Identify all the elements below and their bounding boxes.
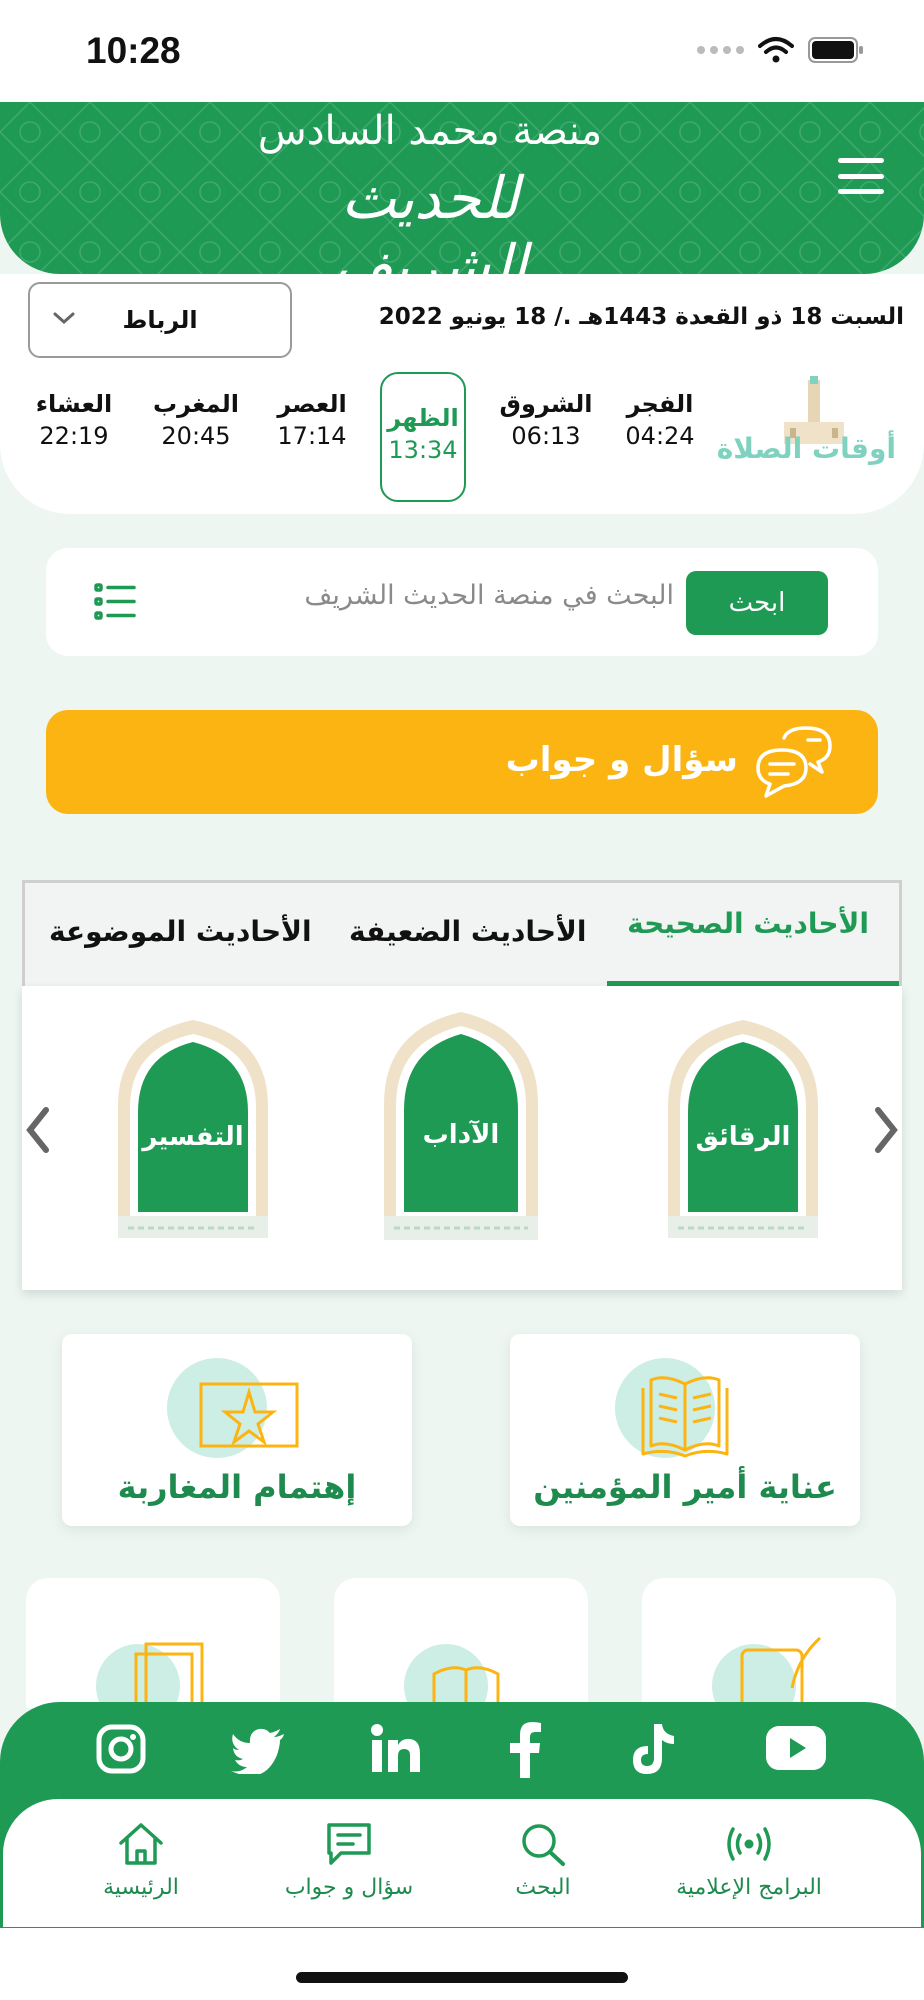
bottom-nav: الرئيسية سؤال و جواب البحث البرامج الإعل… (2, 1798, 922, 1928)
search-icon (522, 1824, 565, 1866)
nav-label: الرئيسية (103, 1875, 179, 1900)
menu-bar (838, 173, 884, 179)
tab-weak[interactable]: الأحاديث الضعيفة (349, 915, 586, 948)
city-select[interactable]: الرباط (28, 282, 292, 358)
feature-label: عناية أمير المؤمنين (533, 1468, 837, 1506)
qa-banner[interactable]: سؤال و جواب (46, 710, 878, 814)
prayer-time: 04:24 (625, 422, 695, 450)
home-indicator-area (0, 1928, 924, 2000)
nav-media[interactable]: البرامج الإعلامية (649, 1821, 849, 1900)
nav-label: سؤال و جواب (284, 1875, 414, 1900)
moroccan-flag-icon (167, 1358, 299, 1458)
signal-icon (697, 46, 744, 54)
category-raqaiq[interactable]: الرقائق (658, 1016, 828, 1250)
prayer-name: العشاء (35, 390, 113, 418)
status-bar: 10:28 (0, 0, 924, 102)
chevron-down-icon (53, 312, 75, 325)
category-adab[interactable]: الآداب (376, 1008, 546, 1252)
nav-home[interactable]: الرئيسية (41, 1821, 241, 1900)
tab-authentic[interactable]: الأحاديث الصحيحة (627, 907, 869, 940)
tiktok-icon[interactable] (630, 1722, 676, 1776)
search-card: ابحث البحث في منصة الحديث الشريف (46, 548, 878, 656)
open-book-icon (615, 1358, 729, 1458)
feature-label: إهتمام المغاربة (117, 1468, 357, 1506)
date-text: السبت 18 ذو القعدة 1443هـ ./ 18 يونيو 20… (378, 304, 904, 330)
nav-label: البحث (515, 1875, 571, 1900)
chat-icon (327, 1823, 371, 1865)
prayer-time: 22:19 (39, 422, 109, 450)
nav-search[interactable]: البحث (443, 1821, 643, 1900)
hadith-tabs: الأحاديث الموضوعة الأحاديث الضعيفة الأحا… (22, 880, 902, 986)
wifi-icon (758, 37, 794, 63)
menu-button[interactable] (838, 158, 884, 194)
search-button[interactable]: ابحث (686, 571, 828, 635)
city-label: الرباط (122, 306, 198, 334)
battery-icon (808, 37, 863, 63)
category-label: الآداب (422, 1120, 500, 1150)
prayer-time: 13:34 (388, 436, 458, 464)
prayer-maghrib: المغرب 20:45 (146, 390, 246, 450)
prayer-name: الفجر (626, 390, 694, 418)
tab-fabricated[interactable]: الأحاديث الموضوعة (49, 915, 312, 948)
prayer-name: المغرب (153, 390, 239, 418)
feature-moroccans-care[interactable]: إهتمام المغاربة (62, 1334, 412, 1526)
prayer-isha: العشاء 22:19 (24, 390, 124, 450)
app-header: منصة محمد السادس للحديث الشريف (0, 102, 924, 274)
prayer-times-card: الرباط السبت 18 ذو القعدة 1443هـ ./ 18 ي… (0, 274, 924, 514)
app-title: للحديث الشريف (333, 164, 527, 274)
category-carousel: التفسير الآداب الرقائق (22, 986, 902, 1290)
facebook-icon[interactable] (508, 1722, 542, 1778)
mini-card-books[interactable] (334, 1578, 588, 1708)
prayer-fajr: الفجر 04:24 (610, 390, 710, 450)
nav-label: البرامج الإعلامية (676, 1875, 822, 1900)
mini-card-documents[interactable] (26, 1578, 280, 1708)
status-icons (697, 36, 864, 64)
prayer-times-title: أوقات الصلاة (716, 432, 896, 465)
feature-commander-care[interactable]: عناية أمير المؤمنين (510, 1334, 860, 1526)
chat-bubbles-icon (756, 726, 832, 798)
category-tafsir[interactable]: التفسير (108, 1016, 278, 1250)
search-input[interactable]: البحث في منصة الحديث الشريف (304, 580, 674, 611)
menu-bar (838, 189, 884, 194)
documents-icon (96, 1642, 204, 1708)
broadcast-icon (727, 1827, 771, 1861)
app-subtitle: منصة محمد السادس (257, 108, 603, 154)
prayer-time: 17:14 (277, 422, 347, 450)
prayer-name: العصر (277, 390, 347, 418)
prayer-asr: العصر 17:14 (262, 390, 362, 450)
twitter-icon[interactable] (230, 1728, 286, 1774)
books-icon (404, 1644, 500, 1708)
linkedin-icon[interactable] (370, 1724, 422, 1774)
prayer-name: الشروق (499, 390, 593, 418)
nav-qa[interactable]: سؤال و جواب (249, 1821, 449, 1900)
prayer-dhuhr: الظهر 13:34 (380, 372, 466, 502)
chevron-left-icon[interactable] (22, 1104, 54, 1156)
category-label: الرقائق (695, 1122, 791, 1152)
qa-label: سؤال و جواب (505, 740, 738, 780)
prayer-row: العشاء 22:19 المغرب 20:45 العصر 17:14 ال… (0, 372, 924, 502)
home-indicator[interactable] (296, 1972, 628, 1983)
quill-icon (712, 1636, 822, 1708)
category-label: التفسير (142, 1122, 244, 1152)
instagram-icon[interactable] (96, 1724, 146, 1774)
list-icon[interactable] (94, 582, 138, 622)
prayer-time: 06:13 (511, 422, 581, 450)
prayer-time: 20:45 (161, 422, 231, 450)
prayer-shuruq: الشروق 06:13 (496, 390, 596, 450)
youtube-icon[interactable] (766, 1726, 826, 1770)
menu-bar (838, 158, 884, 163)
home-icon (119, 1823, 163, 1865)
mini-card-manuscript[interactable] (642, 1578, 896, 1708)
status-time: 10:28 (86, 30, 181, 71)
prayer-name: الظهر (387, 404, 459, 432)
chevron-right-icon[interactable] (870, 1104, 902, 1156)
